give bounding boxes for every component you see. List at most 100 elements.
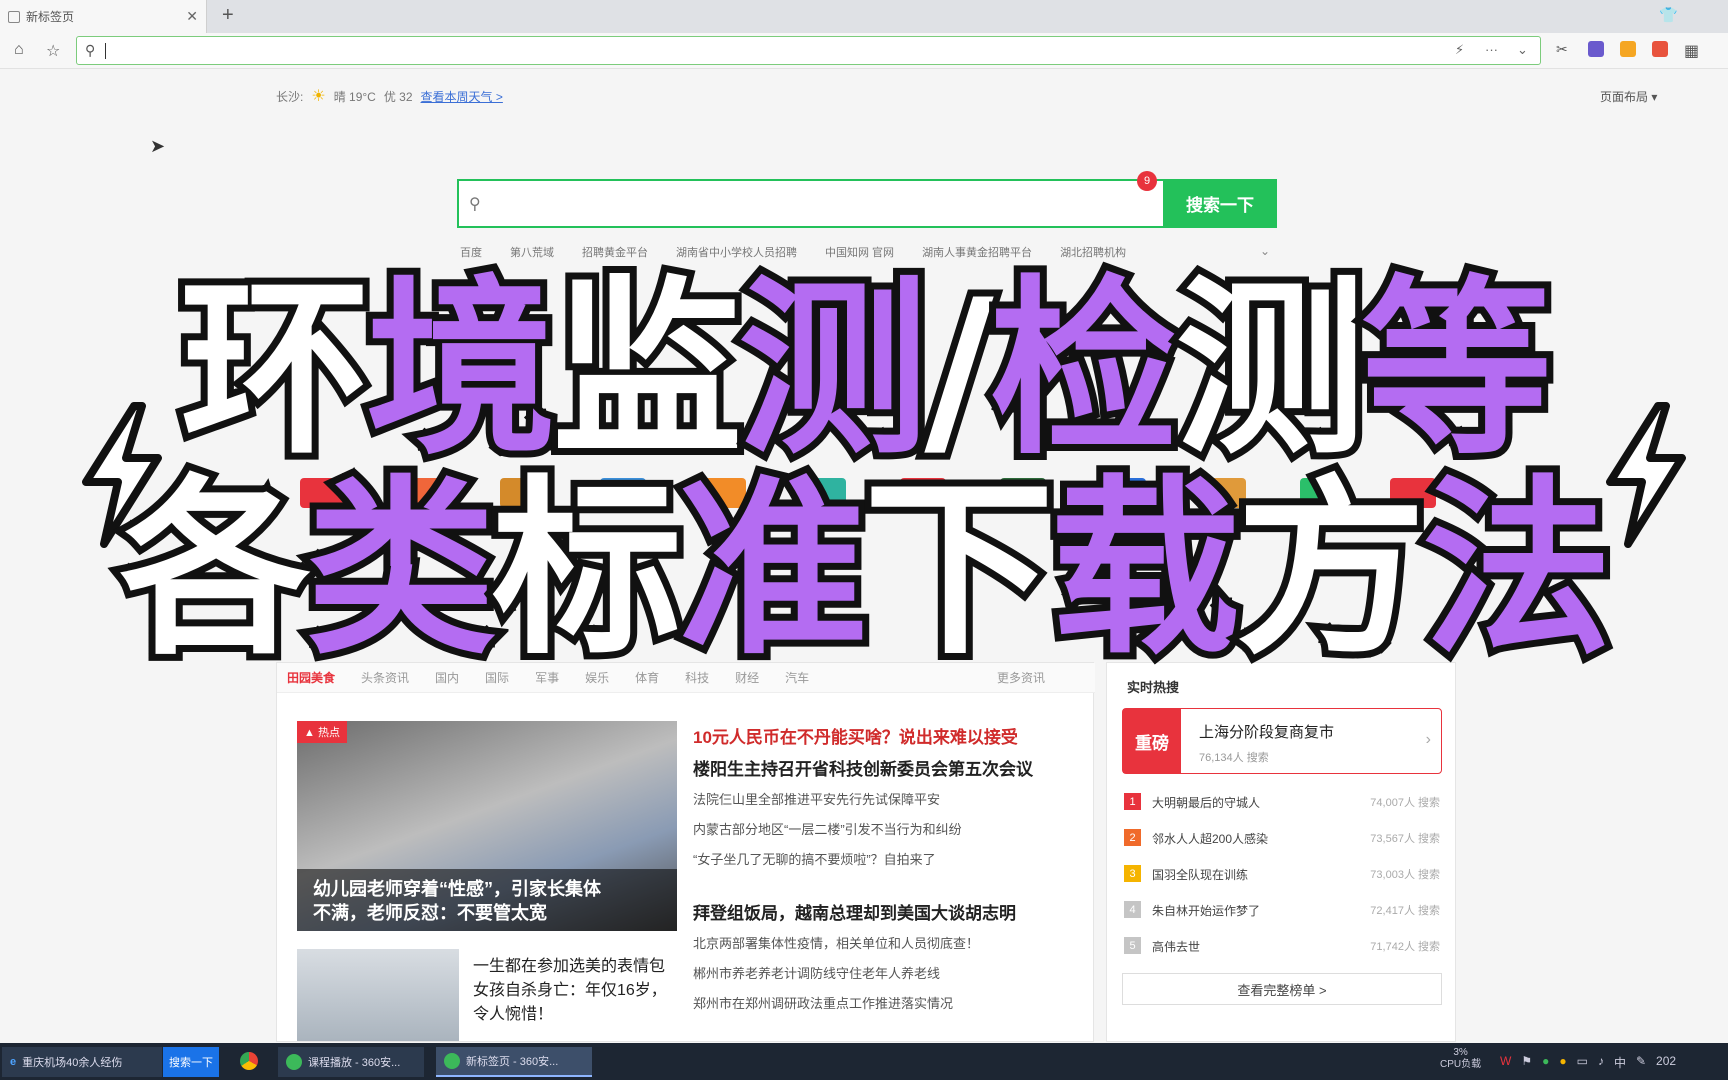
chrome-icon[interactable] (240, 1052, 258, 1070)
volume-icon[interactable]: ♪ (1598, 1054, 1604, 1071)
tab-domestic[interactable]: 国内 (435, 669, 459, 686)
rank-item[interactable]: 5 高伟去世 71,742人 搜索 (1124, 935, 1444, 955)
title-char: / (917, 259, 1001, 480)
grid-icon[interactable]: ▦ (1684, 41, 1699, 61)
headline-link[interactable]: 10元人民币在不丹能买啥？说出来难以接受 (693, 723, 1018, 748)
star-icon[interactable]: ☆ (46, 41, 60, 61)
text-caret (105, 43, 106, 59)
quick-link[interactable]: 中国知网 官网 (825, 244, 894, 260)
tab-military[interactable]: 军事 (535, 669, 559, 686)
headline-link[interactable]: 拜登组饭局，越南总理却到美国大谈胡志明 (693, 899, 1016, 924)
rank-name: 邻水人人超200人感染 (1152, 832, 1269, 846)
hot-news-caption[interactable]: 幼儿园老师穿着“性感”，引家长集体 不满，老师反怼：不要管太宽 (297, 869, 677, 931)
caption-line: 不满，老师反怼：不要管太宽 (313, 903, 547, 923)
quick-link[interactable]: 百度 (460, 244, 482, 260)
featured-card[interactable]: 重磅 上海分阶段复商复市 76,134人 搜索 › (1122, 708, 1442, 774)
layout-button[interactable]: 页面布局 ▾ (1600, 88, 1657, 105)
shield-icon[interactable]: ● (1542, 1054, 1549, 1071)
rank-item[interactable]: 2 邻水人人超200人感染 73,567人 搜索 (1124, 827, 1444, 847)
title-line-1: 环境监测/检测等 (0, 263, 1728, 477)
site-tile[interactable] (900, 478, 946, 508)
plus-icon[interactable]: + (222, 4, 234, 27)
hot-news-image[interactable]: ▲ 热点 幼儿园老师穿着“性感”，引家长集体 不满，老师反怼：不要管太宽 (297, 721, 677, 931)
tab-headlines[interactable]: 头条资讯 (361, 669, 409, 686)
tab-bar: 新标签页 ✕ + 👕 (0, 0, 1728, 33)
weather-link[interactable]: 查看本周天气 > (421, 88, 503, 105)
thumbnail-caption[interactable]: 一生都在参加选美的表情包女孩自杀身亡：年仅16岁，令人惋惜！ (473, 955, 673, 1027)
notification-icon[interactable]: ✎ (1636, 1054, 1646, 1071)
headline-link[interactable]: 楼阳生主持召开省科技创新委员会第五次会议 (693, 755, 1033, 780)
home-icon[interactable]: ⌂ (14, 41, 24, 59)
site-tile[interactable] (1300, 478, 1346, 508)
rank-item[interactable]: 1 大明朝最后的守城人 74,007人 搜索 (1124, 791, 1444, 811)
chevron-down-icon[interactable]: ⌄ (1517, 42, 1528, 58)
quick-link[interactable]: 湖南人事黄金招聘平台 (922, 244, 1032, 260)
lightning-icon (82, 402, 162, 548)
rank-item[interactable]: 3 国羽全队现在训练 73,003人 搜索 (1124, 863, 1444, 883)
network-icon[interactable]: ▭ (1577, 1054, 1588, 1071)
title-char: 法 (1415, 459, 1619, 680)
tab-newtab[interactable]: 新标签页 ✕ (0, 0, 207, 33)
site-tile[interactable] (1200, 478, 1246, 508)
more-icon[interactable]: ··· (1485, 42, 1498, 57)
chevron-down-icon[interactable]: ⌄ (1260, 244, 1270, 258)
cpu-monitor[interactable]: 3% CPU负载 (1440, 1043, 1481, 1071)
shield-icon[interactable] (1620, 41, 1636, 57)
security-icon[interactable]: ● (1559, 1054, 1566, 1071)
rank-item[interactable]: 4 朱自林开始运作梦了 72,417人 搜索 (1124, 899, 1444, 919)
clock-date[interactable]: 202 (1656, 1054, 1676, 1071)
scissors-icon[interactable]: ✂ (1556, 41, 1568, 58)
taskbar-search-text: 重庆机场40余人经伤 (22, 1057, 123, 1069)
lightning-icon[interactable]: ⚡ (1455, 42, 1464, 58)
tab-auto[interactable]: 汽车 (785, 669, 809, 686)
site-tile[interactable] (700, 478, 746, 508)
quick-links: 百度 第八荒域 招聘黄金平台 湖南省中小学校人员招聘 中国知网 官网 湖南人事黄… (460, 244, 1280, 260)
weibo-icon[interactable]: W (1500, 1054, 1511, 1071)
address-bar[interactable]: ⚲ ⚡ ··· ⌄ (76, 36, 1541, 65)
news-link[interactable]: “女子坐几了无聊的搞不要烦啦”？自拍来了 (693, 849, 936, 868)
quick-link[interactable]: 湖北招聘机构 (1060, 244, 1126, 260)
weather-bar: 长沙: ☀ 晴 19°C 优 32 查看本周天气 > (276, 86, 503, 106)
quick-link[interactable]: 第八荒域 (510, 244, 554, 260)
news-section-title[interactable]: 田园美食 (287, 669, 335, 686)
news-link[interactable]: 郴州市养老养老计调防线守住老年人养老线 (693, 963, 940, 982)
ime-label[interactable]: 中 (1614, 1054, 1626, 1071)
news-link[interactable]: 内蒙古部分地区“一层二楼”引发不当行为和纠纷 (693, 819, 962, 838)
tab-sports[interactable]: 体育 (635, 669, 659, 686)
news-link[interactable]: 北京两部署集体性疫情，相关单位和人员彻底查！ (693, 933, 979, 952)
news-link[interactable]: 郑州市在郑州调研政法重点工作推进落实情况 (693, 993, 953, 1012)
taskbar-window[interactable]: 课程播放 - 360安... (278, 1047, 424, 1077)
search-icon: ⚲ (85, 42, 96, 58)
news-thumbnail[interactable] (297, 949, 459, 1041)
site-tile[interactable] (400, 478, 446, 508)
site-tile[interactable] (1390, 478, 1436, 508)
news-link[interactable]: 法院仨山里全部推进平安先行先试保障平安 (693, 789, 940, 808)
taskbar-search-input[interactable]: e 重庆机场40余人经伤 (2, 1047, 162, 1077)
weather-condition: 晴 19°C (333, 89, 376, 104)
full-ranking-button[interactable]: 查看完整榜单 > (1122, 973, 1442, 1005)
taskbar-search-button[interactable]: 搜索一下 (163, 1047, 219, 1077)
flag-icon[interactable]: ⚑ (1521, 1054, 1532, 1071)
game-icon[interactable] (1652, 41, 1668, 57)
tab-entertainment[interactable]: 娱乐 (585, 669, 609, 686)
site-tile[interactable] (1100, 478, 1146, 508)
tab-finance[interactable]: 财经 (735, 669, 759, 686)
quick-link[interactable]: 湖南省中小学校人员招聘 (676, 244, 797, 260)
taskbar-window-active[interactable]: 新标签页 - 360安... (436, 1047, 592, 1077)
site-tile[interactable] (300, 478, 346, 508)
search-button[interactable]: 搜索一下 (1163, 179, 1277, 228)
more-news-link[interactable]: 更多资讯 (997, 669, 1045, 686)
site-tile[interactable] (600, 478, 646, 508)
site-tile[interactable] (800, 478, 846, 508)
site-tile[interactable] (500, 478, 546, 508)
title-char: 各 (113, 459, 317, 680)
search-input[interactable]: ⚲ (457, 179, 1163, 228)
close-icon[interactable]: ✕ (186, 8, 198, 25)
tab-international[interactable]: 国际 (485, 669, 509, 686)
quick-link[interactable]: 招聘黄金平台 (582, 244, 648, 260)
tab-tech[interactable]: 科技 (685, 669, 709, 686)
hot-tag-label: 热点 (317, 727, 340, 739)
extension-icon[interactable] (1588, 41, 1604, 57)
shirt-icon[interactable]: 👕 (1659, 6, 1678, 24)
site-tile[interactable] (1000, 478, 1046, 508)
